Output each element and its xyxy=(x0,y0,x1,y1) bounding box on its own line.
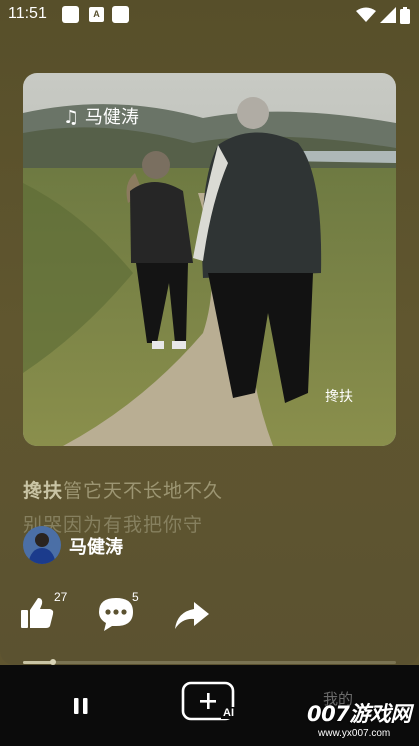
like-count: 27 xyxy=(54,590,68,604)
share-icon xyxy=(175,602,209,629)
status-time: 11:51 xyxy=(8,5,47,22)
like-button[interactable]: 27 xyxy=(20,590,67,634)
artist-name[interactable]: 马健涛 xyxy=(69,533,123,559)
watermark-url: www.yx007.com xyxy=(318,728,391,739)
player-screen: 11:51 A ♫ 马健涛 搀扶 搀扶管它天不长地不久 别哭因为有我把你守 马健… xyxy=(0,0,419,665)
battery-icon xyxy=(400,7,410,24)
progress-fill xyxy=(23,661,53,664)
thumbs-up-icon xyxy=(21,598,54,628)
app-notification-icon xyxy=(112,6,129,23)
wifi-icon xyxy=(356,7,376,22)
bottom-nav: AI 我的 007游戏网 www.yx007.com xyxy=(0,665,419,746)
artist-avatar[interactable] xyxy=(23,526,61,564)
share-button[interactable] xyxy=(174,600,210,634)
action-bar: 27 5 xyxy=(0,590,419,640)
lyric-line-rest: 管它天不长地不久 xyxy=(63,480,224,502)
album-cover[interactable]: ♫ 马健涛 搀扶 xyxy=(23,73,396,446)
ai-create-button[interactable]: AI xyxy=(181,681,237,723)
pause-icon xyxy=(74,698,88,714)
lyric-line-current: 搀扶管它天不长地不久 xyxy=(23,476,403,506)
comment-icon xyxy=(99,598,133,631)
notification-icon xyxy=(62,6,79,23)
cover-title-text: ♫ 马健涛 xyxy=(63,107,139,128)
ai-label: AI xyxy=(221,707,236,719)
cellular-signal-icon xyxy=(380,7,396,23)
lyric-highlight: 搀扶 xyxy=(23,480,64,502)
comment-count: 5 xyxy=(132,590,139,604)
pause-button[interactable] xyxy=(70,690,94,718)
progress-bar[interactable] xyxy=(23,659,396,665)
lyrics-panel: 搀扶管它天不长地不久 别哭因为有我把你守 xyxy=(23,476,403,540)
cover-corner-text: 搀扶 xyxy=(325,389,353,405)
watermark-brand: 007游戏网 xyxy=(307,702,411,726)
a-notification-icon: A xyxy=(89,7,104,22)
status-bar: 11:51 A xyxy=(0,0,419,30)
comment-button[interactable]: 5 xyxy=(98,590,139,636)
